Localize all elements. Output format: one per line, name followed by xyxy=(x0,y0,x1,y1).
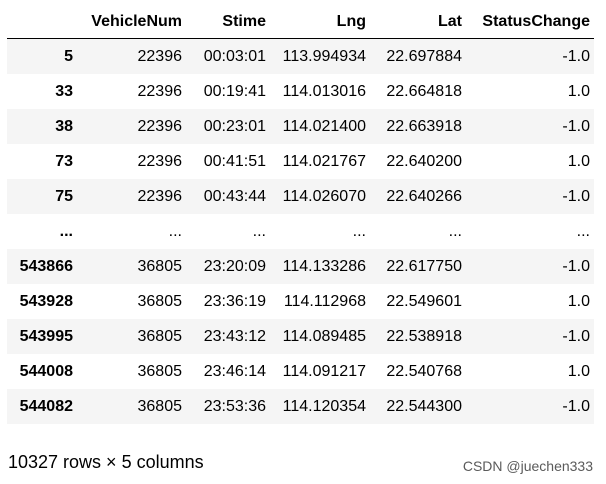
cell-statuschange: 1.0 xyxy=(567,82,590,100)
cell-lng: 114.021400 xyxy=(282,117,366,135)
cell-vehiclenum: 36805 xyxy=(137,397,183,415)
row-index: 544008 xyxy=(19,362,73,380)
cell-vehiclenum: 22396 xyxy=(137,47,183,65)
column-header-lat: Lat xyxy=(370,6,466,39)
table-body: 5 22396 00:03:01 113.994934 22.697884 -1.0 33 2… xyxy=(7,38,594,424)
cell-statuschange: ... xyxy=(576,222,590,240)
table-row: 38 22396 00:23:01 114.021400 22.663918 -1.0 xyxy=(7,109,594,144)
row-index: 75 xyxy=(55,187,73,205)
dataframe-shape-caption: 10327 rows × 5 columns xyxy=(8,452,204,472)
cell-vehiclenum: ... xyxy=(168,222,182,240)
row-index: 33 xyxy=(55,82,73,100)
cell-vehiclenum: 36805 xyxy=(137,362,183,380)
cell-vehiclenum: 22396 xyxy=(137,152,183,170)
cell-stime: 23:46:14 xyxy=(203,362,266,380)
cell-lat: 22.697884 xyxy=(386,47,462,65)
row-index: 543995 xyxy=(19,327,73,345)
cell-lat: 22.544300 xyxy=(386,397,462,415)
cell-stime: 00:41:51 xyxy=(203,152,266,170)
cell-lng: 114.089485 xyxy=(282,327,366,345)
column-header-lng: Lng xyxy=(270,6,370,39)
table-row: 543995 36805 23:43:12 114.089485 22.538918 -1… xyxy=(7,319,594,354)
cell-statuschange: 1.0 xyxy=(567,292,590,310)
cell-stime: 23:43:12 xyxy=(203,327,266,345)
row-index: 544082 xyxy=(19,397,73,415)
column-header-stime: Stime xyxy=(186,6,270,39)
cell-statuschange: -1.0 xyxy=(562,47,590,65)
cell-lat: 22.640266 xyxy=(386,187,462,205)
row-index: 543928 xyxy=(19,292,73,310)
cell-lat: ... xyxy=(448,222,462,240)
row-index: ... xyxy=(59,222,73,240)
cell-statuschange: -1.0 xyxy=(562,257,590,275)
dataframe-table: VehicleNum Stime Lng Lat StatusChange 5 2… xyxy=(7,6,594,424)
cell-statuschange: -1.0 xyxy=(562,327,590,345)
cell-stime: 00:23:01 xyxy=(203,117,266,135)
cell-lng: 113.994934 xyxy=(282,47,366,65)
index-header xyxy=(7,6,77,39)
row-index: 543866 xyxy=(19,257,73,275)
table-row: 75 22396 00:43:44 114.026070 22.640266 -1.0 xyxy=(7,179,594,214)
cell-lng: 114.021767 xyxy=(282,152,366,170)
cell-stime: 00:19:41 xyxy=(203,82,266,100)
cell-vehiclenum: 22396 xyxy=(137,117,183,135)
table-row: 33 22396 00:19:41 114.013016 22.664818 1.0 xyxy=(7,74,594,109)
table-row: .................. xyxy=(7,214,594,249)
cell-lat: 22.640200 xyxy=(386,152,462,170)
table-row: 544082 36805 23:53:36 114.120354 22.544300 -1… xyxy=(7,389,594,424)
row-index: 38 xyxy=(55,117,73,135)
cell-lng: ... xyxy=(352,222,366,240)
cell-lat: 22.549601 xyxy=(386,292,462,310)
cell-lng: 114.120354 xyxy=(282,397,366,415)
row-index: 5 xyxy=(64,47,73,65)
cell-vehiclenum: 22396 xyxy=(137,82,183,100)
cell-stime: 23:36:19 xyxy=(203,292,266,310)
cell-stime: 00:43:44 xyxy=(203,187,266,205)
header-row: VehicleNum Stime Lng Lat StatusChange xyxy=(7,6,594,39)
cell-vehiclenum: 22396 xyxy=(137,187,183,205)
row-index: 73 xyxy=(55,152,73,170)
cell-lng: 114.026070 xyxy=(282,187,366,205)
table-row: 543866 36805 23:20:09 114.133286 22.617750 -1… xyxy=(7,249,594,284)
table-row: 543928 36805 23:36:19 114.112968 22.549601 1.… xyxy=(7,284,594,319)
cell-lat: 22.617750 xyxy=(386,257,462,275)
cell-statuschange: 1.0 xyxy=(567,362,590,380)
cell-lat: 22.538918 xyxy=(386,327,462,345)
table-row: 5 22396 00:03:01 113.994934 22.697884 -1.0 xyxy=(7,38,594,74)
watermark-text: CSDN @juechen333 xyxy=(462,458,593,474)
cell-lng: 114.013016 xyxy=(282,82,366,100)
cell-lat: 22.664818 xyxy=(386,82,462,100)
table-row: 544008 36805 23:46:14 114.091217 22.540768 1.… xyxy=(7,354,594,389)
cell-lng: 114.091217 xyxy=(282,362,366,380)
cell-statuschange: -1.0 xyxy=(562,397,590,415)
cell-stime: ... xyxy=(252,222,266,240)
column-header-statuschange: StatusChange xyxy=(466,6,594,39)
cell-lat: 22.540768 xyxy=(386,362,462,380)
cell-statuschange: 1.0 xyxy=(567,152,590,170)
cell-lng: 114.133286 xyxy=(282,257,366,275)
cell-stime: 00:03:01 xyxy=(203,47,266,65)
cell-vehiclenum: 36805 xyxy=(137,292,183,310)
cell-stime: 23:20:09 xyxy=(203,257,266,275)
table-row: 73 22396 00:41:51 114.021767 22.640200 1.0 xyxy=(7,144,594,179)
cell-stime: 23:53:36 xyxy=(203,397,266,415)
cell-vehiclenum: 36805 xyxy=(137,257,183,275)
column-header-vehiclenum: VehicleNum xyxy=(77,6,186,39)
cell-lng: 114.112968 xyxy=(283,292,366,310)
cell-vehiclenum: 36805 xyxy=(137,327,183,345)
cell-lat: 22.663918 xyxy=(386,117,462,135)
cell-statuschange: -1.0 xyxy=(562,187,590,205)
cell-statuschange: -1.0 xyxy=(562,117,590,135)
